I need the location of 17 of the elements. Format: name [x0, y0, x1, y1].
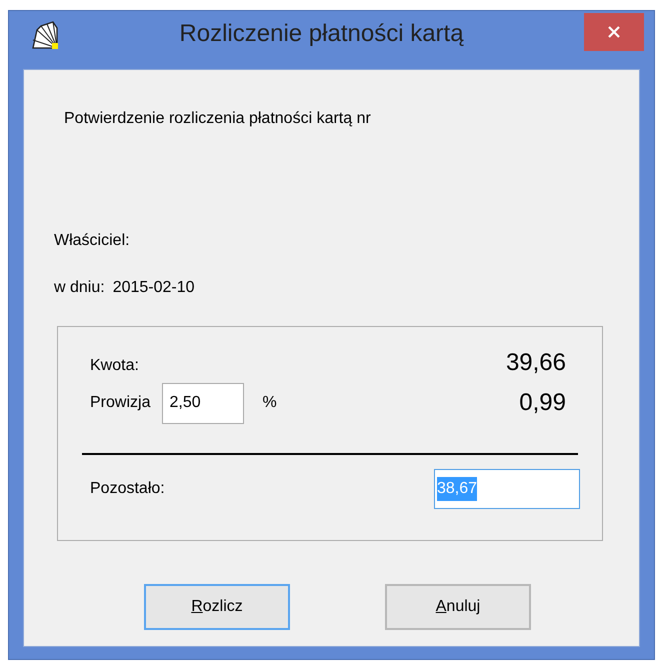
percent-sign: %	[262, 393, 277, 413]
fan-icon	[31, 20, 59, 50]
date-label: w dniu:	[54, 278, 105, 298]
commission-label: Prowizja	[90, 393, 150, 413]
date-value: 2015-02-10	[112, 278, 195, 298]
commission-value: 0,99	[519, 388, 566, 418]
confirmation-text: Potwierdzenie rozliczenia płatności kartą nr	[64, 109, 371, 129]
window-title: Rozliczenie płatności kartą	[178, 19, 465, 49]
amount-value: 39,66	[506, 348, 566, 378]
remaining-label: Pozostało:	[90, 479, 165, 499]
close-button[interactable]	[584, 13, 644, 51]
commission-rate-field[interactable]: 2,50	[162, 382, 244, 424]
amount-label: Kwota:	[90, 356, 139, 376]
owner-label: Właściciel:	[54, 231, 130, 251]
close-icon	[607, 25, 621, 39]
dialog-button[interactable]: Anuluj	[385, 584, 531, 630]
dialog-button[interactable]: Rozlicz	[144, 584, 290, 630]
